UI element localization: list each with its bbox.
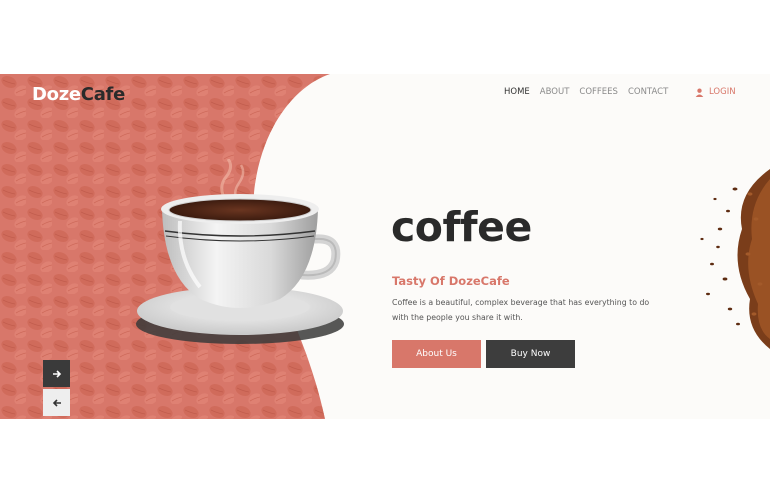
nav-home[interactable]: HOME (504, 87, 530, 97)
main-nav: HOME ABOUT COFFEES CONTACT (504, 87, 678, 97)
logo-part-doze: Doze (32, 84, 81, 105)
arrow-right-icon (52, 369, 61, 378)
user-icon (695, 88, 704, 97)
hero-description: Coffee is a beautiful, complex beverage … (392, 298, 650, 322)
coffee-beans-pile-image (700, 169, 770, 349)
slider-next-button[interactable] (43, 360, 70, 387)
nav-contact[interactable]: CONTACT (628, 87, 668, 97)
hero-title: coffee (391, 203, 532, 251)
hero-section: DozeCafe HOME ABOUT COFFEES CONTACT LOGI… (0, 74, 770, 419)
brand-logo[interactable]: DozeCafe (32, 84, 125, 105)
logo-part-cafe: Cafe (80, 84, 126, 105)
about-us-button[interactable]: About Us (392, 340, 481, 368)
login-label: LOGIN (709, 87, 736, 97)
slider-prev-button[interactable] (43, 389, 70, 416)
nav-coffees[interactable]: COFFEES (579, 87, 618, 97)
arrow-left-icon (52, 398, 61, 407)
nav-about[interactable]: ABOUT (540, 87, 570, 97)
login-link[interactable]: LOGIN (695, 87, 736, 97)
hero-subtitle: Tasty Of DozeCafe (392, 274, 510, 288)
coffee-cup-image (136, 159, 344, 344)
buy-now-button[interactable]: Buy Now (486, 340, 575, 368)
